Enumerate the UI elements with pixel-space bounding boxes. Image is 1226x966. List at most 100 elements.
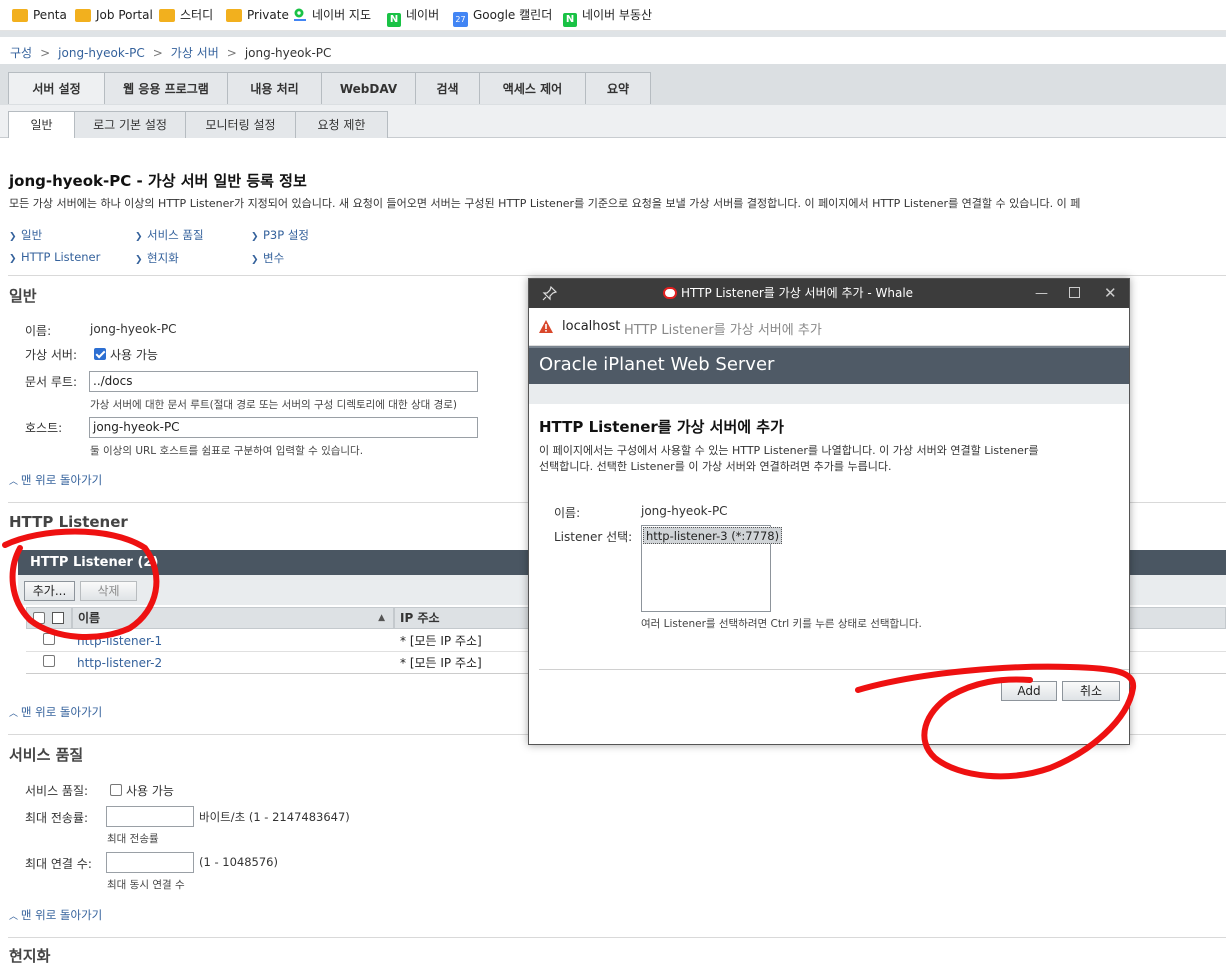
chevron-down-icon: ❯: [135, 255, 143, 265]
naver-icon: N: [387, 13, 401, 27]
bookmark-private[interactable]: Private: [226, 7, 289, 23]
sort-ascending-icon[interactable]: ▲: [378, 608, 385, 628]
back-to-top-link[interactable]: ︿ 맨 위로 돌아가기: [9, 472, 102, 488]
oracle-logo-icon: [663, 287, 677, 299]
jumplink-localization[interactable]: ❯ 현지화: [135, 250, 179, 266]
jumplink-general[interactable]: ❯ 일반: [9, 227, 42, 243]
folder-icon: [226, 9, 242, 22]
add-listener-button[interactable]: 추가...: [24, 581, 75, 601]
document-root-hint: 가상 서버에 대한 문서 루트(절대 경로 또는 서버의 구성 디렉토리에 대한…: [90, 399, 458, 411]
pin-icon[interactable]: [542, 286, 557, 301]
max-rate-label: 최대 전송률:: [25, 811, 89, 825]
back-to-top-link[interactable]: ︿ 맨 위로 돌아가기: [9, 907, 102, 923]
cancel-button[interactable]: 취소: [1062, 681, 1120, 701]
tab-webdav[interactable]: WebDAV: [321, 72, 416, 104]
qos-label: 서비스 품질:: [25, 784, 89, 798]
folder-icon: [12, 9, 28, 22]
subtab-request-limits[interactable]: 요청 제한: [295, 111, 388, 138]
jumplink-p3p[interactable]: ❯ P3P 설정: [251, 227, 309, 243]
popup-name-value: jong-hyeok-PC: [641, 504, 728, 518]
calendar-icon: 27: [453, 12, 468, 27]
tab-web-applications[interactable]: 웹 응용 프로그램: [104, 72, 228, 104]
column-header-name[interactable]: 이름 ▲: [72, 607, 394, 629]
jumplink-http-listener[interactable]: ❯ HTTP Listener: [9, 250, 100, 264]
max-rate-input[interactable]: [106, 806, 194, 827]
chevron-down-icon: ❯: [251, 255, 259, 265]
section-listener-heading: HTTP Listener: [9, 513, 128, 531]
banner-strip: [529, 384, 1129, 404]
divider: [539, 669, 1129, 670]
folder-icon: [159, 9, 175, 22]
chevron-down-icon: ❯: [9, 254, 17, 264]
subtab-log-preferences[interactable]: 로그 기본 설정: [74, 111, 186, 138]
maximize-icon[interactable]: [1069, 287, 1080, 298]
bookmark-naver[interactable]: N 네이버: [387, 7, 439, 27]
select-page-icon[interactable]: [52, 612, 64, 624]
virtual-server-enabled-label: 사용 가능: [110, 348, 158, 362]
page-description: 모든 가상 서버에는 하나 이상의 HTTP Listener가 지정되어 있습…: [9, 197, 1081, 210]
document-root-input[interactable]: ../docs: [89, 371, 478, 392]
subtab-general[interactable]: 일반: [8, 111, 75, 138]
add-button[interactable]: Add: [1001, 681, 1057, 701]
breadcrumb-config[interactable]: 구성: [10, 46, 32, 60]
popup-description-line1: 이 페이지에서는 구성에서 사용할 수 있는 HTTP Listener를 나열…: [539, 444, 1039, 457]
chevron-up-icon: ︿: [9, 912, 21, 922]
listener-select-listbox[interactable]: http-listener-3 (*:7778): [641, 525, 783, 612]
popup-window-title: HTTP Listener를 가상 서버에 추가 - Whale: [681, 286, 914, 300]
listener-link[interactable]: http-listener-1: [77, 630, 162, 652]
address-page-title: HTTP Listener를 가상 서버에 추가: [624, 323, 822, 338]
name-value: jong-hyeok-PC: [90, 322, 177, 336]
host-label: 호스트:: [25, 421, 63, 435]
minimize-icon[interactable]: —: [1035, 279, 1048, 308]
max-connections-hint: 최대 동시 연결 수: [107, 879, 185, 891]
tab-server-settings[interactable]: 서버 설정: [8, 72, 105, 104]
secondary-tabs: 일반 로그 기본 설정 모니터링 설정 요청 제한: [0, 105, 1226, 138]
host-hint: 둘 이상의 URL 호스트를 쉼표로 구분하여 입력할 수 있습니다.: [90, 445, 364, 457]
bookmark-study[interactable]: 스터디: [159, 7, 213, 23]
jumplink-qos[interactable]: ❯ 서비스 품질: [135, 227, 204, 243]
name-label: 이름:: [25, 324, 52, 338]
close-icon[interactable]: ✕: [1104, 279, 1117, 308]
address-host: localhost: [562, 319, 621, 334]
breadcrumb-virtual-server[interactable]: 가상 서버: [171, 46, 219, 60]
max-rate-unit: 바이트/초 (1 - 2147483647): [199, 810, 350, 824]
max-connections-input[interactable]: [106, 852, 194, 873]
listener-select-hint: 여러 Listener를 선택하려면 Ctrl 키를 누른 상태로 선택합니다.: [641, 618, 922, 630]
section-general-heading: 일반: [9, 287, 37, 305]
listener-option[interactable]: http-listener-3 (*:7778): [643, 527, 783, 544]
bookmark-google-calendar[interactable]: 27 Google 캘린더: [453, 7, 552, 27]
row-checkbox[interactable]: [43, 633, 55, 645]
warning-icon[interactable]: [539, 320, 553, 333]
tab-search[interactable]: 검색: [415, 72, 480, 104]
chevron-down-icon: ❯: [9, 232, 17, 242]
max-connections-range: (1 - 1048576): [199, 855, 278, 869]
divider: [8, 937, 1226, 938]
listener-link[interactable]: http-listener-2: [77, 652, 162, 674]
folder-icon: [75, 9, 91, 22]
popup-address-bar[interactable]: localhost HTTP Listener를 가상 서버에 추가: [529, 308, 1129, 346]
delete-listener-button[interactable]: 삭제: [80, 581, 137, 601]
section-localization-heading: 현지화: [9, 947, 51, 965]
qos-enabled-checkbox[interactable]: [110, 784, 122, 796]
back-to-top-link[interactable]: ︿ 맨 위로 돌아가기: [9, 704, 102, 720]
bookmark-naver-realestate[interactable]: N 네이버 부동산: [563, 7, 652, 27]
select-all-checkbox[interactable]: [33, 612, 45, 624]
max-connections-label: 최대 연결 수:: [25, 857, 92, 871]
document-root-label: 문서 루트:: [25, 375, 78, 389]
tab-access-control[interactable]: 액세스 제어: [479, 72, 586, 104]
select-all-header[interactable]: [26, 607, 72, 629]
tab-summary[interactable]: 요약: [585, 72, 651, 104]
bookmark-penta[interactable]: Penta: [12, 7, 67, 23]
virtual-server-enabled-checkbox[interactable]: [94, 348, 106, 360]
divider: [8, 275, 1226, 276]
row-checkbox[interactable]: [43, 655, 55, 667]
breadcrumb-config-name[interactable]: jong-hyeok-PC: [58, 46, 145, 60]
subtab-monitoring[interactable]: 모니터링 설정: [185, 111, 296, 138]
bookmark-job-portal[interactable]: Job Portal: [75, 7, 153, 23]
jumplink-variables[interactable]: ❯ 변수: [251, 250, 284, 266]
host-input[interactable]: jong-hyeok-PC: [89, 417, 478, 438]
tab-content-handling[interactable]: 내용 처리: [227, 72, 322, 104]
bookmark-naver-map[interactable]: 네이버 지도: [293, 7, 371, 23]
listener-ip: * [모든 IP 주소]: [400, 634, 482, 648]
virtual-server-label: 가상 서버:: [25, 348, 78, 362]
